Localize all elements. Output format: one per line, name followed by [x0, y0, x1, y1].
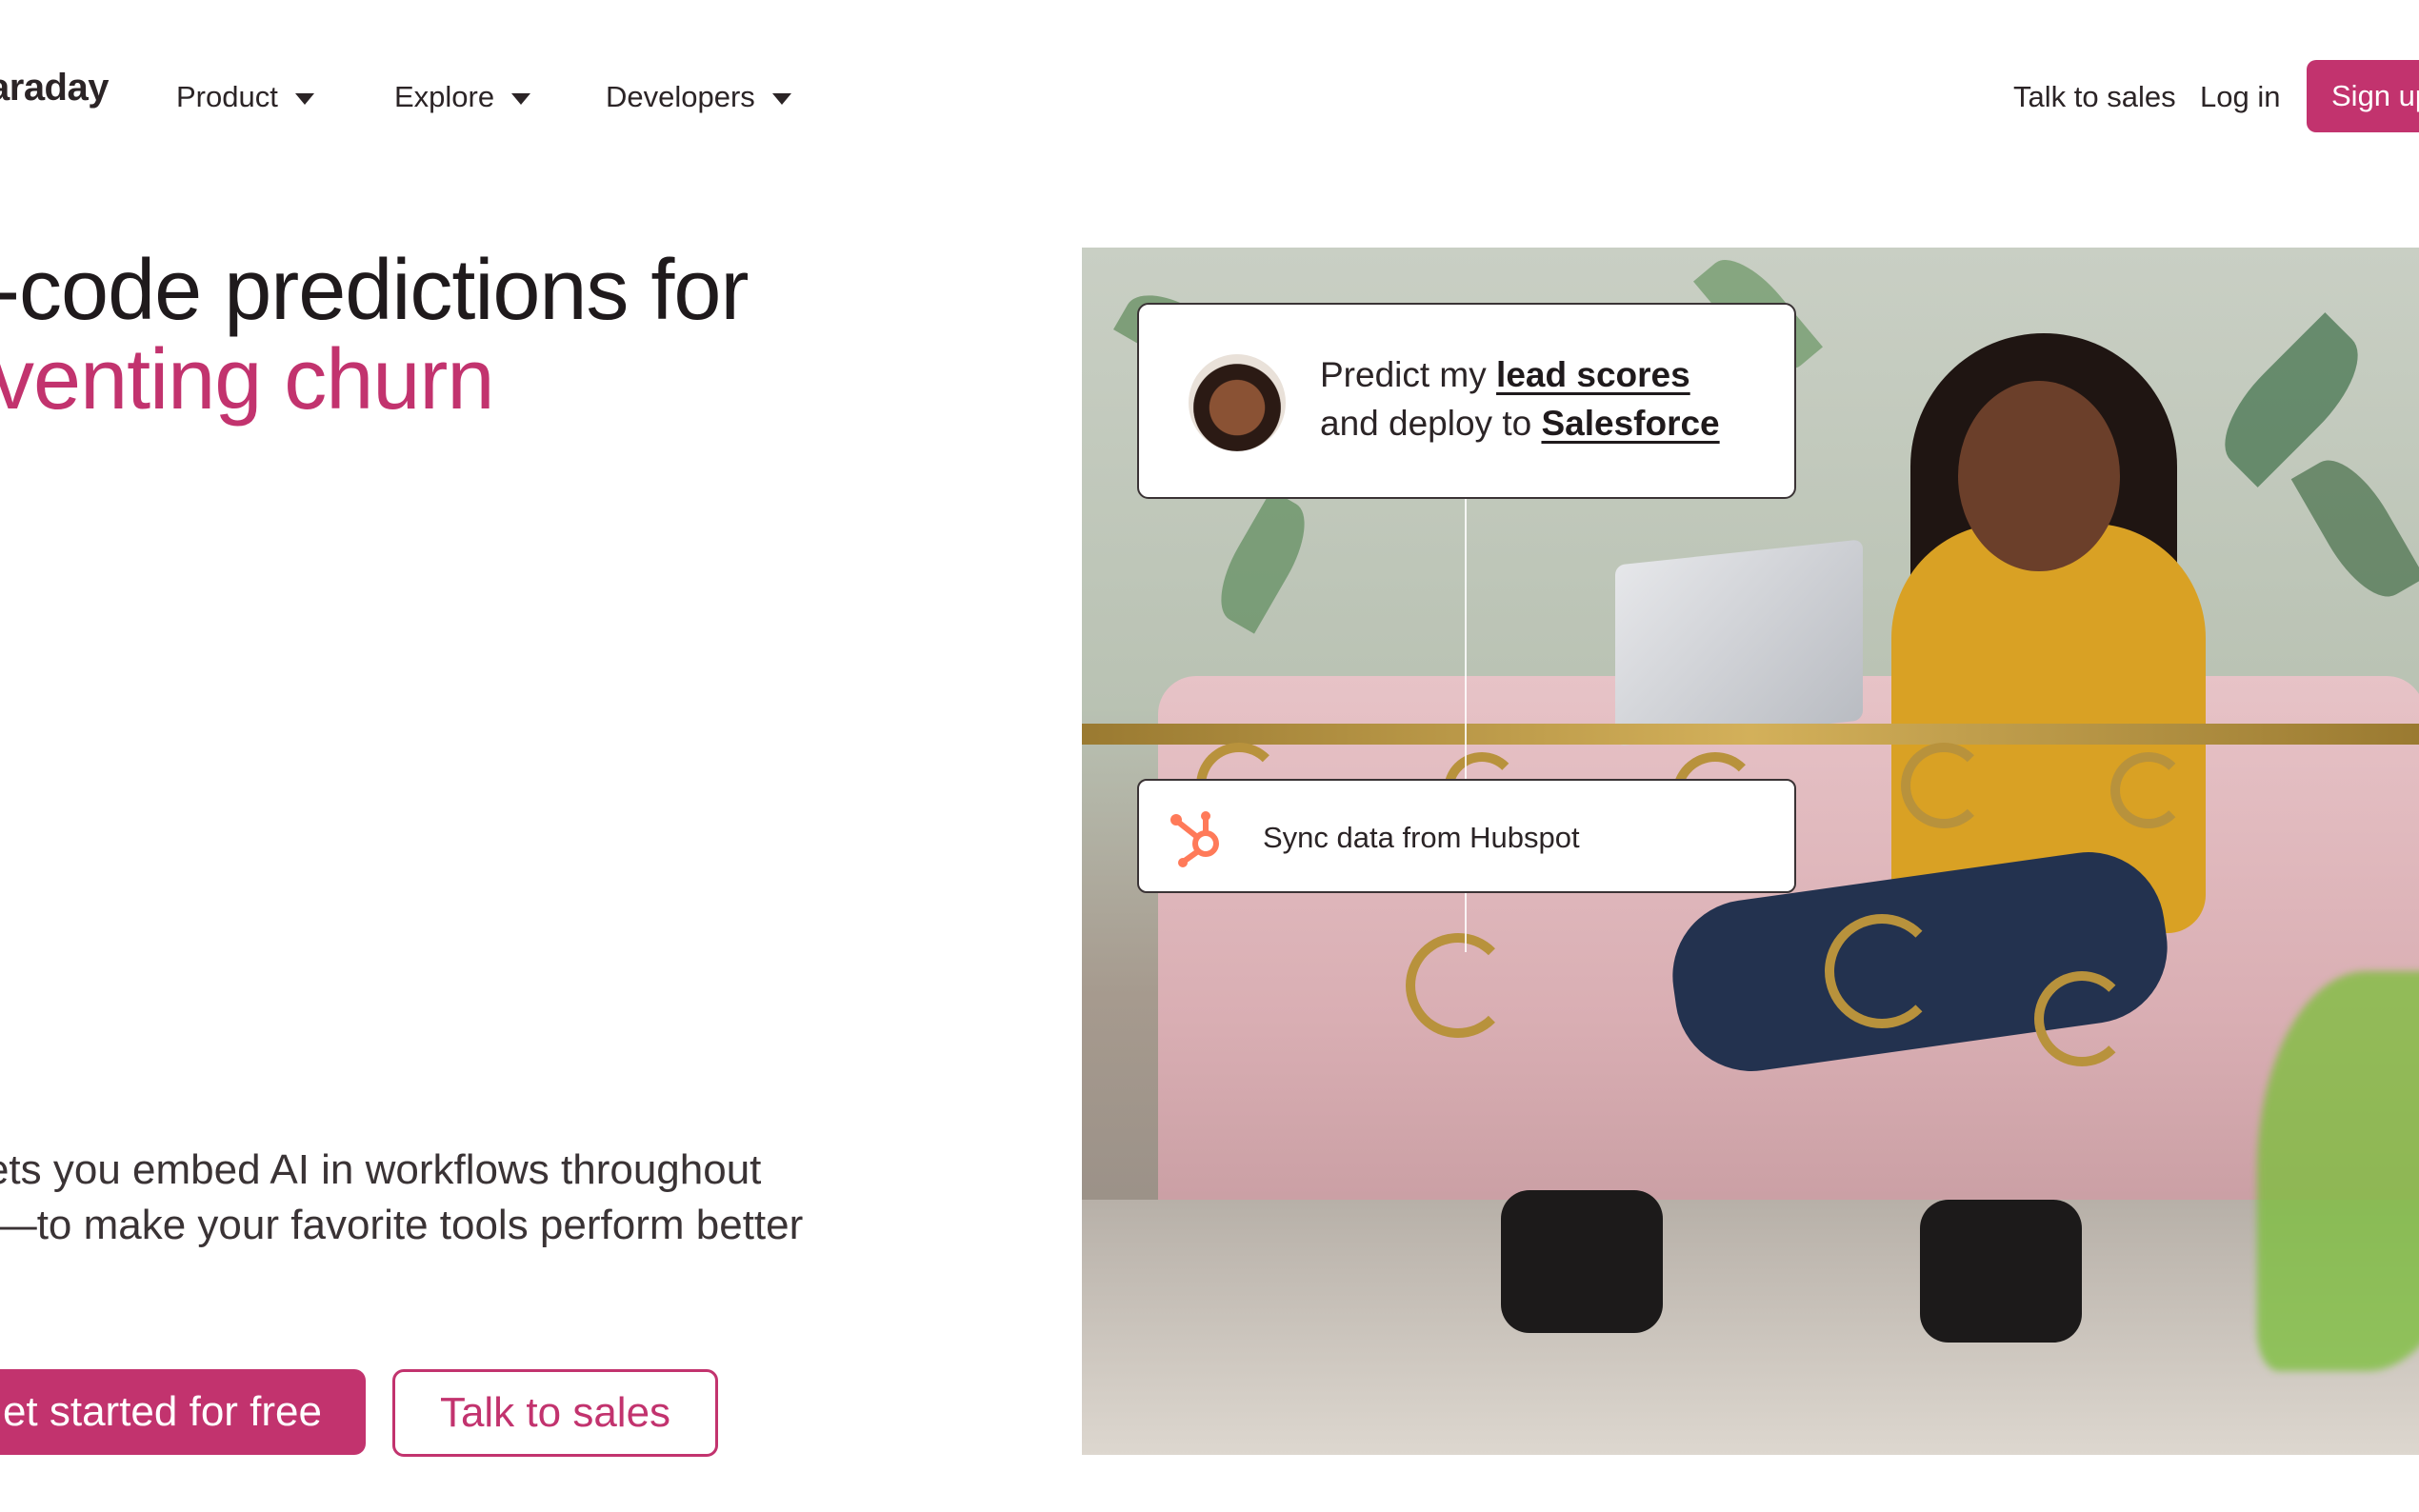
deploy-prefix: and deploy to	[1320, 404, 1542, 443]
chevron-down-icon	[294, 93, 314, 105]
lead-scores-link[interactable]: lead scores	[1496, 355, 1690, 394]
table-swirl	[1825, 914, 1939, 1028]
hero-headline-line1: o-code predictions for	[0, 243, 749, 338]
table-swirl	[2110, 752, 2187, 828]
nav-log-in-link[interactable]: Log in	[2200, 78, 2280, 116]
predict-card: Predict my lead scores and deploy to Sal…	[1137, 303, 1796, 499]
woman-face	[1958, 381, 2120, 571]
nav-product-label: Product	[176, 80, 278, 113]
talk-to-sales-button[interactable]: Talk to sales	[392, 1369, 718, 1457]
nav-explore-label: Explore	[394, 80, 495, 113]
hero-headline-line2: eventing churn	[0, 332, 494, 428]
floor	[1082, 1200, 2419, 1455]
chevron-down-icon	[771, 93, 791, 105]
hubspot-icon	[1170, 811, 1219, 867]
get-started-button[interactable]: et started for free	[0, 1369, 366, 1455]
table-top	[1082, 724, 2419, 745]
predict-card-text: Predict my lead scores and deploy to Sal…	[1320, 350, 1720, 448]
brand-logo[interactable]: araday	[0, 67, 109, 109]
table-swirl	[2034, 971, 2129, 1066]
top-navigation: araday Product Explore Developers Talk t…	[0, 0, 2419, 190]
sign-up-button[interactable]: Sign up	[2307, 60, 2419, 132]
boot	[1501, 1190, 1663, 1333]
nav-talk-to-sales-link[interactable]: Talk to sales	[2013, 78, 2176, 116]
hero-headline: o-code predictions for eventing churn	[0, 243, 749, 428]
wallpaper-leaf	[1205, 489, 1321, 634]
sync-card: Sync data from Hubspot	[1137, 779, 1796, 893]
hero-subtext: day lets you embed AI in workflows throu…	[0, 1146, 804, 1248]
nav-explore-menu[interactable]: Explore	[394, 78, 531, 116]
table-swirl	[1901, 743, 1987, 828]
nav-developers-label: Developers	[606, 80, 755, 113]
salesforce-link[interactable]: Salesforce	[1541, 404, 1719, 443]
nav-developers-menu[interactable]: Developers	[606, 78, 791, 116]
table-swirl	[1406, 933, 1510, 1038]
chevron-down-icon	[511, 93, 531, 105]
boot	[1920, 1200, 2082, 1343]
predict-prefix: Predict my	[1320, 355, 1497, 394]
sync-card-text: Sync data from Hubspot	[1263, 821, 1580, 854]
wallpaper-leaf	[2204, 312, 2379, 487]
wallpaper-leaf	[2290, 446, 2419, 611]
avatar	[1189, 354, 1286, 451]
nav-product-menu[interactable]: Product	[176, 78, 314, 116]
laptop	[1615, 539, 1863, 746]
